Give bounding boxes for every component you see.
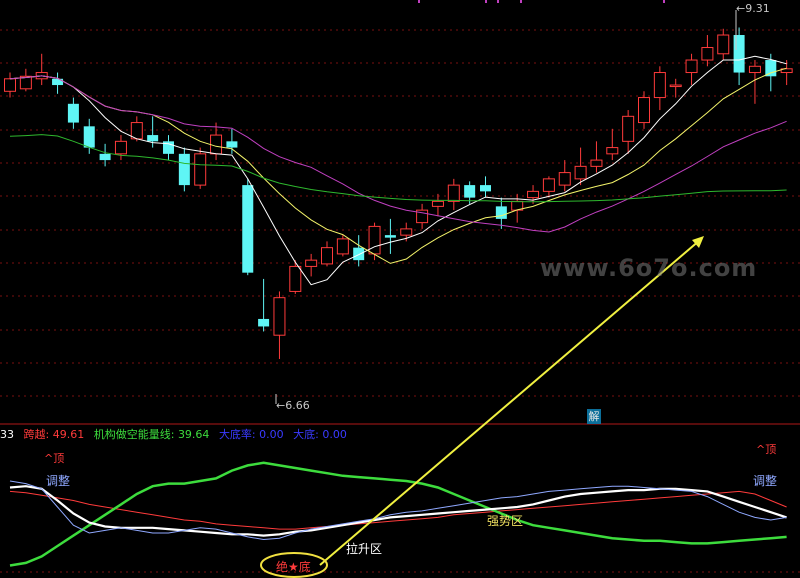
candle-body-up bbox=[289, 265, 302, 292]
caret-icon: ^ bbox=[756, 443, 766, 456]
candle-body-down bbox=[464, 185, 476, 198]
candle-body-down bbox=[258, 318, 270, 327]
candle-body-down bbox=[495, 206, 507, 219]
candle-body-up bbox=[574, 165, 587, 180]
candle-body-down bbox=[226, 141, 238, 148]
candle-body-down bbox=[353, 247, 365, 261]
top-marker bbox=[485, 0, 487, 3]
candle-body-up bbox=[717, 34, 730, 55]
candle-body-up bbox=[701, 47, 714, 61]
candle-body-down bbox=[99, 153, 111, 161]
candle-body-up bbox=[130, 122, 143, 140]
caret-icon: ^ bbox=[44, 452, 54, 465]
candle-body-up bbox=[336, 238, 349, 255]
candle-body-up bbox=[368, 225, 381, 255]
candle-body-up bbox=[114, 140, 127, 155]
indicator-value-kuayue: 49.61 bbox=[52, 428, 85, 441]
indicator-label-didilv: 大底率: bbox=[218, 428, 256, 441]
annotation-top-right: ^顶 bbox=[756, 441, 776, 457]
candle-body-up bbox=[273, 297, 286, 336]
indicator-value-didilv: 0.00 bbox=[259, 428, 284, 441]
jie-badge: 解 bbox=[587, 409, 601, 424]
jigou-short-energy-line bbox=[9, 461, 787, 567]
watermark: www.6o7o.com bbox=[540, 254, 758, 282]
candle-body-up bbox=[590, 159, 603, 167]
candle-body-down bbox=[480, 185, 491, 192]
candle-body-up bbox=[542, 178, 555, 192]
arrow-left-icon: ← bbox=[736, 2, 746, 15]
candle-body-down bbox=[765, 60, 777, 77]
candle-body-down bbox=[384, 235, 396, 238]
candle-body-up bbox=[447, 184, 460, 202]
ma10-line bbox=[9, 67, 787, 264]
indicator-label-kuayue: 跨越: bbox=[23, 428, 50, 441]
candle-body-up bbox=[669, 84, 682, 88]
indicator-label-didi: 大底: bbox=[293, 428, 319, 441]
candle-body-up bbox=[622, 115, 635, 142]
annotation-adjust-left: 调整 bbox=[46, 474, 71, 488]
annotation-strong-zone: 强势区 bbox=[487, 514, 524, 528]
candle-body-up bbox=[321, 247, 333, 265]
price-low-value: 6.66 bbox=[285, 399, 310, 412]
indicator-value-jigou: 39.64 bbox=[177, 428, 210, 441]
indicator-header: 33 跨越: 49.61 机构做空能量线: 39.64 大底率: 0.00 大底… bbox=[0, 426, 347, 441]
candle-body-up bbox=[638, 97, 650, 124]
candle-body-up bbox=[4, 78, 16, 92]
top-marker bbox=[520, 0, 522, 3]
annotation-top-left: ^顶 bbox=[44, 450, 64, 466]
candle-body-down bbox=[242, 185, 254, 273]
chart-stage: 33 跨越: 49.61 机构做空能量线: 39.64 大底率: 0.00 大底… bbox=[0, 0, 800, 578]
annotation-rise-zone: 拉升区 bbox=[346, 542, 383, 556]
candle-body-up bbox=[527, 190, 540, 199]
candle-body-down bbox=[83, 126, 95, 148]
candle-body-up bbox=[210, 134, 223, 155]
candle-body-down bbox=[147, 135, 159, 142]
arrow-left-icon: ← bbox=[276, 399, 286, 412]
candle-body-up bbox=[400, 228, 413, 236]
candle-body-up bbox=[653, 72, 666, 99]
candle-body-up bbox=[431, 200, 444, 207]
annotation-bottom: 绝★底 bbox=[276, 560, 311, 574]
candle-body-down bbox=[178, 153, 190, 186]
annotation-top-left-text: 顶 bbox=[53, 452, 65, 465]
candlestick-panel bbox=[0, 0, 800, 578]
annotation-adjust-right: 调整 bbox=[753, 474, 778, 488]
price-high-value: 9.31 bbox=[745, 2, 770, 15]
candle-body-down bbox=[67, 103, 79, 123]
candle-body-up bbox=[685, 59, 698, 74]
indicator-label-jigou: 机构做空能量线: bbox=[93, 428, 175, 441]
top-marker bbox=[663, 0, 665, 3]
top-marker bbox=[418, 0, 420, 3]
indicator-prefix: 33 bbox=[0, 428, 14, 441]
candle-body-down bbox=[733, 35, 745, 73]
top-marker bbox=[497, 0, 499, 3]
candle-body-down bbox=[52, 78, 64, 86]
annotation-top-right-text: 顶 bbox=[765, 443, 777, 456]
price-high-label: ←9.31 bbox=[736, 2, 770, 15]
candle-body-up bbox=[748, 65, 761, 74]
candle-body-up bbox=[194, 153, 207, 186]
candle-body-up bbox=[305, 259, 318, 267]
candle-body-up bbox=[606, 147, 619, 155]
candle-body-up bbox=[558, 172, 571, 186]
indicator-value-didi: 0.00 bbox=[322, 428, 347, 441]
ma5-line bbox=[9, 55, 787, 286]
price-low-label: ←6.66 bbox=[276, 399, 310, 412]
